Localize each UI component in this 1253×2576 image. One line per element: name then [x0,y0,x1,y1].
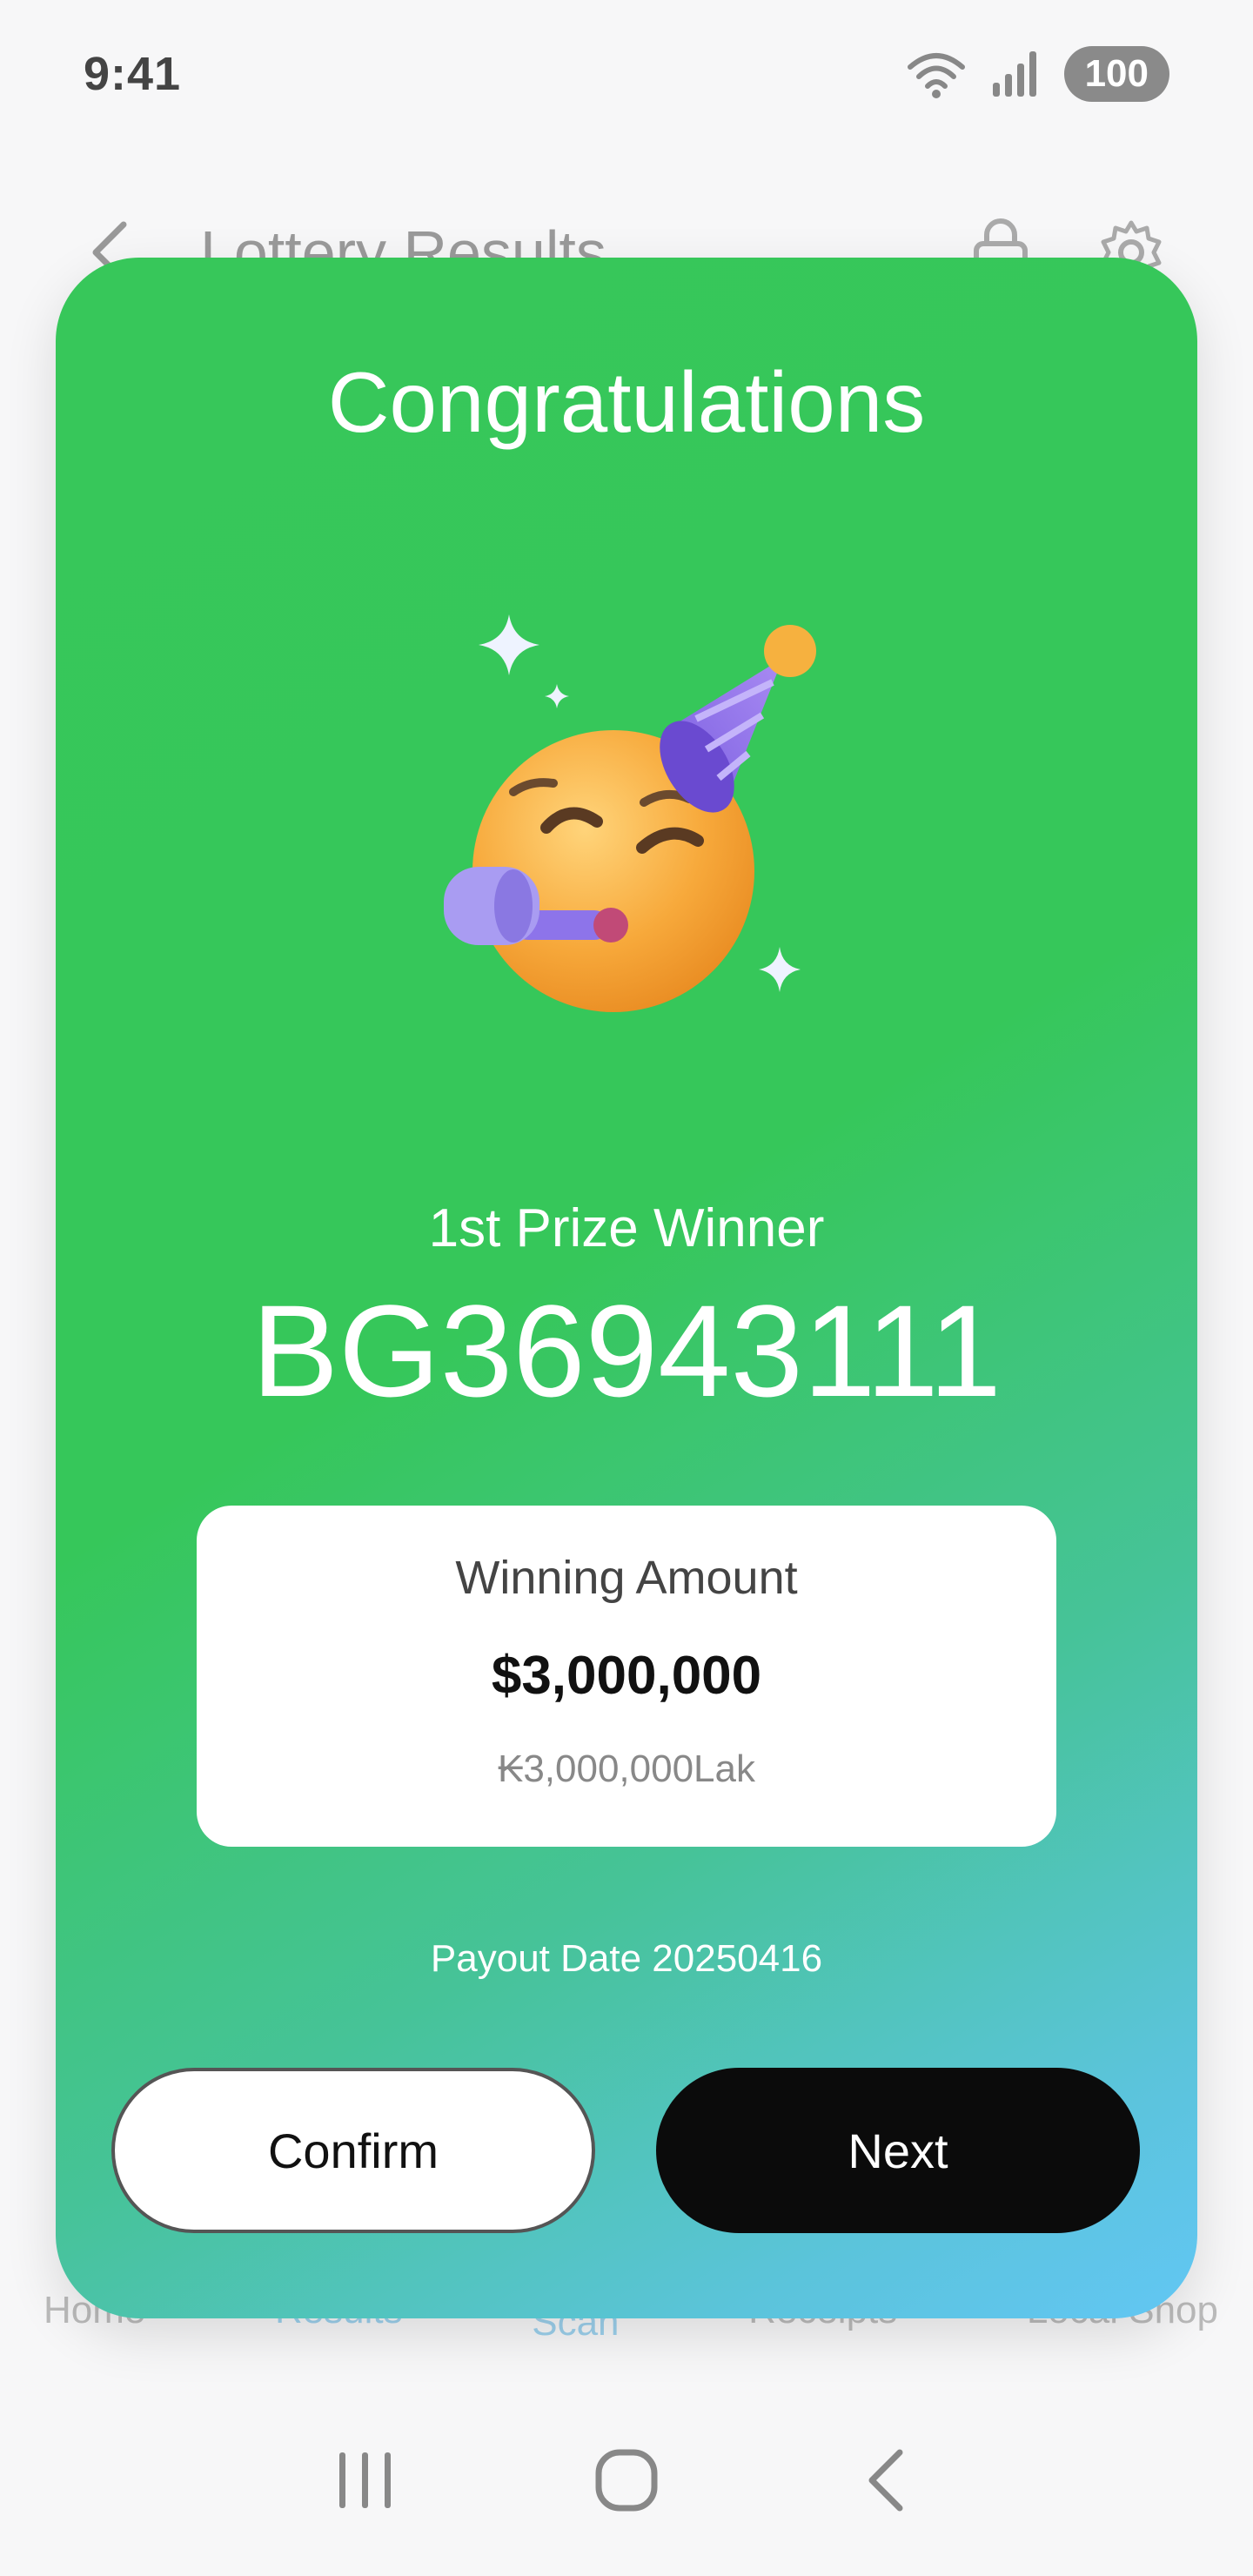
system-navigation [0,2419,1253,2541]
ticket-number: BG36943111 [251,1278,1002,1424]
winning-amount-card: Winning Amount $3,000,000 ₭3,000,000Lak [197,1506,1056,1847]
modal-title: Congratulations [327,354,926,450]
signal-icon [992,51,1036,97]
wifi-icon [907,53,965,98]
payout-date: Payout Date 20250416 [430,1937,823,1980]
party-face-icon [444,614,816,1012]
sparkle-icon [479,614,539,675]
back-nav-icon[interactable] [853,2445,922,2515]
amount-label: Winning Amount [455,1552,798,1604]
amount-usd: $3,000,000 [491,1646,762,1706]
battery-indicator: 100 [1063,46,1169,102]
status-icons: 100 [906,46,1169,102]
next-button[interactable]: Next [656,2068,1140,2233]
confirm-button[interactable]: Confirm [111,2068,595,2233]
winner-modal: Congratulations 1st Prize Winner BG36943… [56,258,1197,2318]
recent-apps-icon[interactable] [331,2445,400,2515]
status-time: 9:41 [84,48,182,100]
status-bar: 9:41 100 [0,0,1253,148]
amount-lak: ₭3,000,000Lak [497,1748,756,1790]
prize-label: 1st Prize Winner [428,1198,825,1258]
home-icon[interactable] [592,2445,661,2515]
